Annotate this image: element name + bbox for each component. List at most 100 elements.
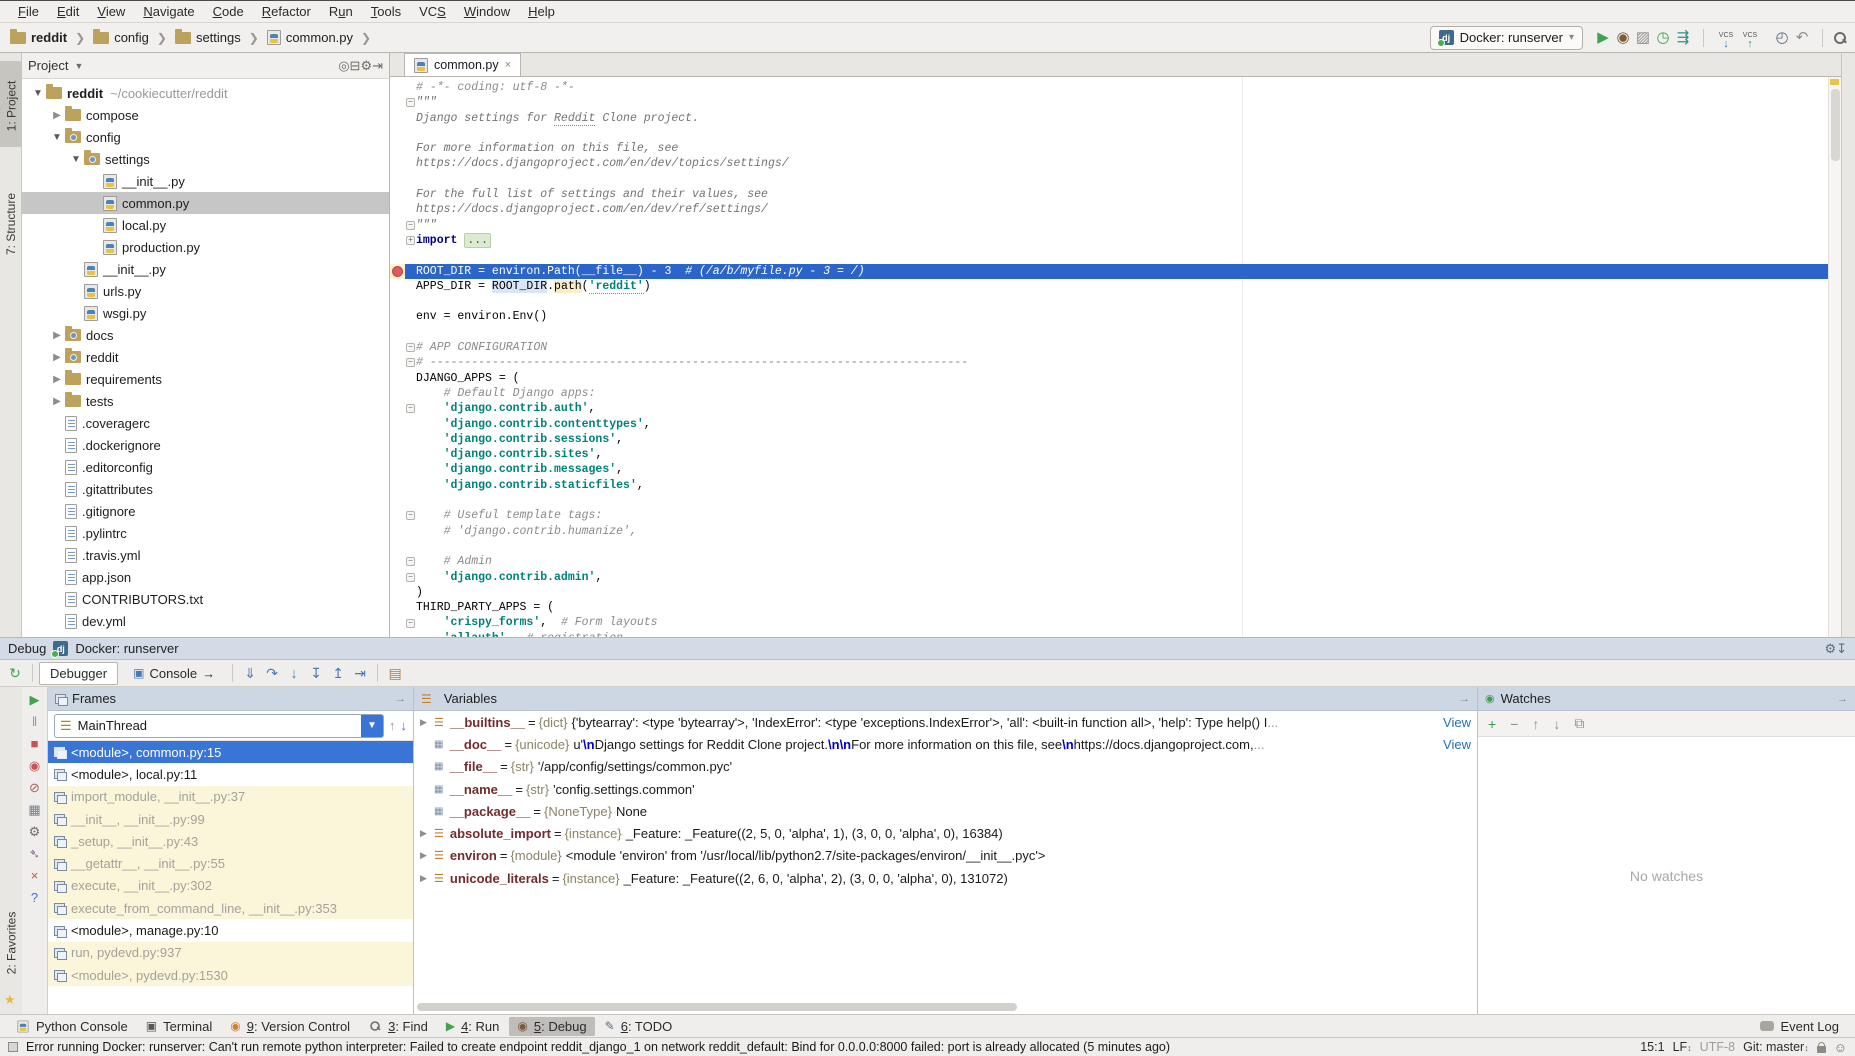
- settings-icon[interactable]: ⚙: [360, 58, 372, 73]
- vcs-commit-icon[interactable]: VCS↑: [1738, 32, 1762, 50]
- force-step-into-icon[interactable]: ↧: [305, 665, 327, 682]
- view-link[interactable]: View: [1439, 715, 1471, 730]
- thread-selector[interactable]: ☰ MainThread ▼: [54, 714, 384, 738]
- menu-item-code[interactable]: Code: [205, 2, 252, 21]
- rollback-icon[interactable]: ↶: [1792, 28, 1812, 48]
- caret-position[interactable]: 15:1: [1640, 1040, 1664, 1054]
- tree-item-__init__py[interactable]: __init__.py: [22, 170, 389, 192]
- breadcrumb-item-settings[interactable]: settings: [173, 28, 243, 47]
- tab-python-console[interactable]: Python Console: [8, 1017, 136, 1036]
- next-frame-icon[interactable]: ↓: [401, 718, 408, 733]
- tree-toggle-icon[interactable]: ▶: [49, 374, 65, 385]
- tree-item-tests[interactable]: ▶tests: [22, 390, 389, 412]
- expand-toggle-icon[interactable]: ▶: [420, 873, 434, 884]
- tree-item-travisyml[interactable]: .travis.yml: [22, 544, 389, 566]
- variable-row[interactable]: ▶☰unicode_literals={instance}_Feature: _…: [414, 867, 1477, 889]
- move-up-icon[interactable]: ↑: [1532, 716, 1539, 732]
- close-icon[interactable]: ×: [505, 59, 511, 71]
- stack-frame-row[interactable]: <module>, local.py:11: [48, 763, 413, 785]
- step-out-icon[interactable]: ↥: [327, 665, 349, 682]
- pause-icon[interactable]: ‖: [32, 715, 37, 728]
- close-icon[interactable]: ×: [31, 869, 39, 882]
- tree-item-localpy[interactable]: local.py: [22, 214, 389, 236]
- expand-toggle-icon[interactable]: ▶: [420, 828, 434, 839]
- coverage-icon[interactable]: ▨: [1633, 28, 1653, 48]
- locate-icon[interactable]: ◎: [338, 58, 349, 73]
- code-area[interactable]: # -*- coding: utf-8 -*-−"""Django settin…: [390, 77, 1841, 637]
- menu-item-vcs[interactable]: VCS: [411, 2, 454, 21]
- toolwindow-toggle-icon[interactable]: [8, 1042, 18, 1052]
- settings-icon[interactable]: ⚙: [1824, 641, 1836, 656]
- tree-item-pylintrc[interactable]: .pylintrc: [22, 522, 389, 544]
- tab-9-version-control[interactable]: ◉9: Version Control: [222, 1017, 358, 1036]
- hector-inspections-icon[interactable]: ☺: [1834, 1040, 1847, 1055]
- run-configuration-select[interactable]: dj Docker: runserver ▾: [1430, 26, 1583, 50]
- tree-item-reddit[interactable]: ▼reddit~/cookiecutter/reddit: [22, 82, 389, 104]
- breakpoint-gutter[interactable]: [390, 264, 405, 279]
- float-icon[interactable]: →: [1459, 693, 1470, 705]
- menu-item-navigate[interactable]: Navigate: [135, 2, 202, 21]
- menu-item-file[interactable]: File: [10, 2, 47, 21]
- view-link[interactable]: View: [1439, 737, 1471, 752]
- expand-toggle-icon[interactable]: ▶: [420, 717, 434, 728]
- fold-marker-icon[interactable]: −: [406, 619, 415, 628]
- menu-item-tools[interactable]: Tools: [363, 2, 409, 21]
- tree-item-productionpy[interactable]: production.py: [22, 236, 389, 258]
- step-into-icon[interactable]: ↓: [283, 665, 305, 682]
- sidebar-tab-structure[interactable]: 7: Structure: [0, 173, 22, 269]
- sidebar-tab-database[interactable]: Database: [1842, 113, 1855, 155]
- sidebar-tab-project[interactable]: 1: Project: [0, 61, 22, 147]
- tree-item-dockerignore[interactable]: .dockerignore: [22, 434, 389, 456]
- run-with-settings-icon[interactable]: ⇶: [1673, 28, 1693, 48]
- tree-item-requirements[interactable]: ▶requirements: [22, 368, 389, 390]
- variable-row[interactable]: ▦__file__={str}'/app/config/settings/com…: [414, 756, 1477, 778]
- mute-breakpoints-icon[interactable]: ⊘: [29, 781, 40, 794]
- stack-frame-row[interactable]: <module>, common.py:15: [48, 741, 413, 763]
- tree-toggle-icon[interactable]: ▶: [49, 352, 65, 363]
- lock-icon[interactable]: [1817, 1046, 1826, 1053]
- fold-marker-icon[interactable]: −: [406, 358, 415, 367]
- add-watch-icon[interactable]: +: [1488, 716, 1496, 732]
- editor-tab-common-py[interactable]: common.py ×: [404, 53, 521, 76]
- fold-marker-icon[interactable]: −: [406, 511, 415, 520]
- step-over-icon[interactable]: ↷: [261, 665, 283, 682]
- evaluate-layout-icon[interactable]: ▤: [384, 665, 406, 682]
- file-encoding[interactable]: UTF-8: [1700, 1040, 1735, 1054]
- help-icon[interactable]: ?: [31, 891, 38, 904]
- tree-item-coveragerc[interactable]: .coveragerc: [22, 412, 389, 434]
- tree-item-reddit[interactable]: ▶reddit: [22, 346, 389, 368]
- tab-3-find[interactable]: 3: Find: [360, 1017, 436, 1036]
- menu-item-refactor[interactable]: Refactor: [254, 2, 319, 21]
- stack-frame-row[interactable]: run, pydevd.py:937: [48, 942, 413, 964]
- variable-row[interactable]: ▶☰absolute_import={instance}_Feature: _F…: [414, 822, 1477, 844]
- stack-frame-row[interactable]: <module>, manage.py:10: [48, 919, 413, 941]
- previous-frame-icon[interactable]: ↑: [389, 718, 396, 733]
- tree-item-gitignore[interactable]: .gitignore: [22, 500, 389, 522]
- stack-frame-row[interactable]: <module>, pydevd.py:1530: [48, 964, 413, 986]
- menu-item-edit[interactable]: Edit: [49, 2, 87, 21]
- tree-item-docs[interactable]: ▶docs: [22, 324, 389, 346]
- expand-toggle-icon[interactable]: ▶: [420, 850, 434, 861]
- pin-icon[interactable]: ➴: [29, 847, 40, 860]
- menu-item-help[interactable]: Help: [520, 2, 563, 21]
- copy-icon[interactable]: ⧉: [1574, 715, 1584, 732]
- tree-toggle-icon[interactable]: ▶: [49, 110, 65, 121]
- fold-marker-icon[interactable]: −: [406, 557, 415, 566]
- tab-5-debug[interactable]: ◉5: Debug: [509, 1017, 594, 1036]
- tree-item-gitattributes[interactable]: .gitattributes: [22, 478, 389, 500]
- breadcrumb-item-reddit[interactable]: reddit: [8, 28, 69, 47]
- tab-6-todo[interactable]: ✎6: TODO: [597, 1017, 681, 1036]
- tree-toggle-icon[interactable]: ▶: [49, 330, 65, 341]
- tree-item-urlspy[interactable]: urls.py: [22, 280, 389, 302]
- tree-item-appjson[interactable]: app.json: [22, 566, 389, 588]
- vcs-update-icon[interactable]: VCS↓: [1714, 32, 1738, 50]
- tree-item-wsgipy[interactable]: wsgi.py: [22, 302, 389, 324]
- variable-row[interactable]: ▶☰environ={module}<module 'environ' from…: [414, 845, 1477, 867]
- tree-item-settings[interactable]: ▼settings: [22, 148, 389, 170]
- sidebar-tab-favorites[interactable]: 2: Favorites: [0, 896, 22, 986]
- stack-frame-row[interactable]: execute_from_command_line, __init__.py:3…: [48, 897, 413, 919]
- fold-marker-icon[interactable]: −: [406, 98, 415, 107]
- stack-frame-row[interactable]: execute, __init__.py:302: [48, 875, 413, 897]
- stack-frame-row[interactable]: import_module, __init__.py:37: [48, 786, 413, 808]
- show-execution-point-icon[interactable]: ⇓: [239, 665, 261, 682]
